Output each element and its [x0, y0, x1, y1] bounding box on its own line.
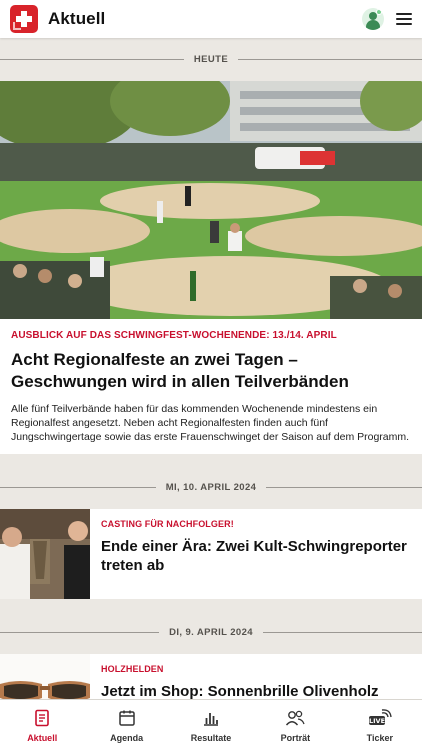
tab-label: Resultate	[190, 733, 232, 743]
bar-chart-icon	[202, 708, 220, 728]
article-kicker: AUSBLICK AUF DAS SCHWINGFEST-WOCHENENDE:…	[11, 330, 337, 341]
tab-aktuell[interactable]: Aktuell	[0, 700, 84, 750]
people-icon	[285, 708, 306, 728]
tab-ticker[interactable]: LIVE Ticker	[338, 700, 422, 750]
date-label: HEUTE	[193, 53, 229, 65]
calendar-icon	[118, 708, 136, 728]
svg-text:LIVE: LIVE	[369, 717, 385, 725]
date-separator: MI, 10. APRIL 2024	[0, 477, 422, 497]
tab-agenda[interactable]: Agenda	[84, 700, 168, 750]
page-title: Aktuell	[48, 9, 106, 28]
tab-portraet[interactable]: Porträt	[253, 700, 337, 750]
user-avatar-icon[interactable]	[362, 8, 384, 30]
featured-article[interactable]: AUSBLICK AUF DAS SCHWINGFEST-WOCHENENDE:…	[0, 319, 422, 454]
swiss-cross-logo[interactable]	[10, 5, 38, 33]
live-ticker-icon: LIVE	[368, 708, 392, 728]
featured-article-image[interactable]	[0, 81, 422, 319]
article-kicker: HOLZHELDEN	[101, 664, 164, 674]
article-teaser: Alle fünf Teilverbände haben für das kom…	[11, 403, 410, 443]
date-separator: HEUTE	[0, 49, 422, 69]
tab-label: Aktuell	[27, 733, 58, 743]
article-card[interactable]: CASTING FÜR NACHFOLGER! Ende einer Ära: …	[0, 509, 422, 599]
tab-label: Ticker	[366, 733, 393, 743]
date-label: DI, 9. APRIL 2024	[169, 626, 253, 638]
date-label: MI, 10. APRIL 2024	[165, 481, 257, 493]
article-thumbnail	[0, 509, 90, 599]
hamburger-menu-icon[interactable]	[396, 13, 412, 25]
tab-resultate[interactable]: Resultate	[169, 700, 253, 750]
news-icon	[33, 708, 51, 728]
article-headline: Acht Regionalfeste an zwei Tagen – Gesch…	[11, 350, 349, 391]
tab-label: Porträt	[280, 733, 311, 743]
app-header: Aktuell	[0, 0, 422, 38]
article-title: Ende einer Ära: Zwei Kult-Schwingreporte…	[101, 538, 407, 574]
article-kicker: CASTING FÜR NACHFOLGER!	[101, 519, 234, 529]
date-separator: DI, 9. APRIL 2024	[0, 622, 422, 642]
tab-label: Agenda	[110, 733, 144, 743]
bottom-tab-bar: Aktuell Agenda Resultate Porträt LIVE Ti…	[0, 699, 422, 750]
